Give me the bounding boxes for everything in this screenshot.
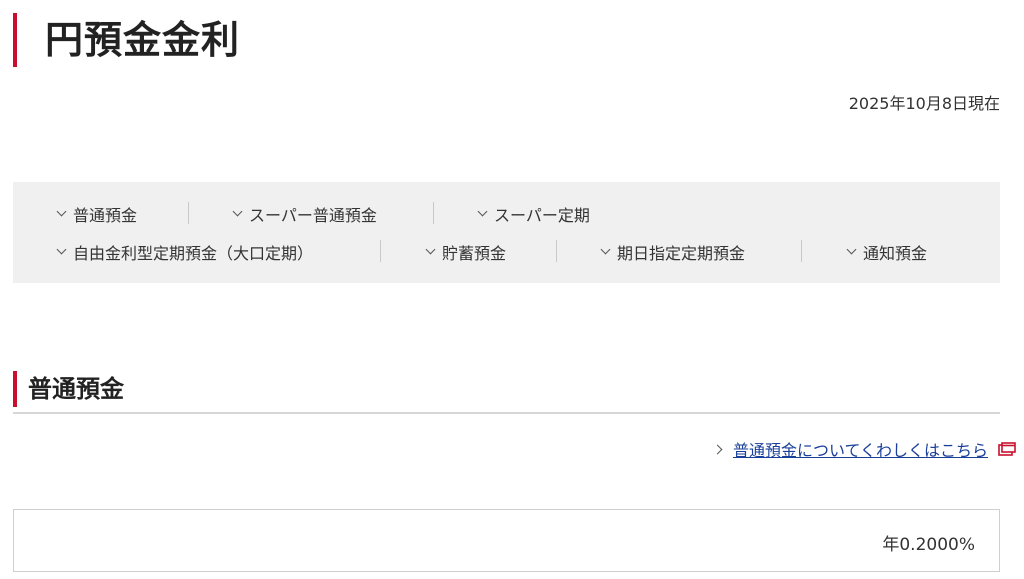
detail-link-row: 普通預金についてくわしくはこちら	[712, 437, 1016, 461]
new-window-icon	[998, 442, 1016, 456]
anchor-link-futsu[interactable]: 普通預金	[56, 202, 138, 226]
nav-divider	[433, 202, 434, 224]
anchor-link-tsuchi[interactable]: 通知預金	[846, 240, 928, 264]
section-accent-bar	[13, 371, 17, 407]
chevron-down-icon	[232, 206, 243, 216]
section-title: 普通預金	[28, 375, 124, 403]
chevron-down-icon	[425, 244, 436, 254]
title-accent-bar	[13, 13, 17, 67]
detail-link[interactable]: 普通預金についてくわしくはこちら	[733, 437, 988, 461]
nav-divider	[188, 202, 189, 224]
chevron-down-icon	[846, 244, 857, 254]
anchor-link-ooguchi-teiki[interactable]: 自由金利型定期預金（大口定期）	[56, 240, 314, 264]
anchor-nav: 普通預金 スーパー普通預金 スーパー定期 自由金利型定期預金（大口定期） 貯蓄預…	[13, 182, 1000, 283]
chevron-right-icon	[712, 444, 723, 454]
rate-box: 年0.2000%	[13, 509, 1000, 572]
anchor-link-label: 普通預金	[73, 206, 138, 225]
chevron-down-icon	[56, 206, 67, 216]
nav-divider	[380, 240, 381, 262]
interest-rate-value: 年0.2000%	[882, 535, 975, 555]
chevron-down-icon	[477, 206, 488, 216]
as-of-date: 2025年10月8日現在	[848, 94, 1000, 113]
anchor-link-label: 通知預金	[863, 244, 928, 263]
nav-divider	[801, 240, 802, 262]
anchor-link-label: 自由金利型定期預金（大口定期）	[73, 244, 314, 263]
anchor-link-label: スーパー定期	[494, 206, 590, 225]
anchor-link-chochiku[interactable]: 貯蓄預金	[425, 240, 507, 264]
chevron-down-icon	[56, 244, 67, 254]
anchor-link-label: スーパー普通預金	[249, 206, 377, 225]
chevron-down-icon	[600, 244, 611, 254]
anchor-link-super-teiki[interactable]: スーパー定期	[477, 202, 590, 226]
page-title: 円預金金利	[45, 18, 241, 62]
nav-divider	[556, 240, 557, 262]
section-heading: 普通預金	[13, 370, 1000, 414]
anchor-link-label: 期日指定定期預金	[617, 244, 746, 263]
anchor-link-super-futsu[interactable]: スーパー普通預金	[232, 202, 377, 226]
anchor-link-kijitsu-shitei[interactable]: 期日指定定期預金	[600, 240, 746, 264]
anchor-link-label: 貯蓄預金	[442, 244, 507, 263]
page-title-block: 円預金金利	[13, 13, 240, 67]
page: 円預金金利 2025年10月8日現在 普通預金 スーパー普通預金 スーパー定期 …	[0, 0, 1024, 579]
